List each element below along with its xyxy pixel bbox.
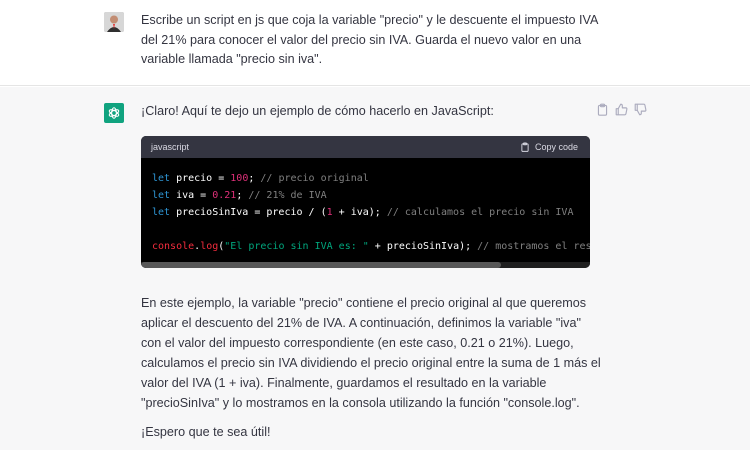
- code-language-label: javascript: [151, 142, 190, 152]
- code-line: let precioSinIva = precio / (1 + iva); /…: [152, 207, 574, 218]
- code-header: javascript Copy code: [141, 136, 590, 158]
- assistant-explanation-text: En este ejemplo, la variable "precio" co…: [141, 296, 601, 410]
- thumbs-up-icon[interactable]: [615, 103, 628, 116]
- user-message-row: Escribe un script en js que coja la vari…: [0, 0, 750, 86]
- horizontal-scrollbar-track[interactable]: [141, 262, 590, 268]
- message-actions: [596, 103, 647, 116]
- copy-code-button[interactable]: Copy code: [520, 142, 578, 152]
- clipboard-icon[interactable]: [596, 103, 609, 116]
- clipboard-icon: [521, 142, 529, 152]
- assistant-intro-text: ¡Claro! Aquí te dejo un ejemplo de cómo …: [141, 104, 494, 118]
- copy-code-label: Copy code: [534, 142, 578, 152]
- user-avatar: [104, 12, 124, 32]
- code-line: let precio = 100; // precio original: [152, 173, 369, 184]
- user-message-text: Escribe un script en js que coja la vari…: [141, 13, 598, 66]
- chatgpt-logo-icon: [104, 103, 124, 123]
- horizontal-scrollbar-thumb[interactable]: [141, 262, 501, 268]
- code-body[interactable]: let precio = 100; // precio original let …: [141, 158, 590, 255]
- code-line: console.log("El precio sin IVA es: " + p…: [152, 241, 590, 252]
- assistant-message-row: ¡Claro! Aquí te dejo un ejemplo de cómo …: [0, 87, 750, 450]
- code-line: let iva = 0.21; // 21% de IVA: [152, 190, 327, 201]
- code-block: javascript Copy code let precio = 100; /…: [141, 136, 590, 268]
- assistant-closing-text: ¡Espero que te sea útil!: [141, 425, 271, 439]
- thumbs-down-icon[interactable]: [634, 103, 647, 116]
